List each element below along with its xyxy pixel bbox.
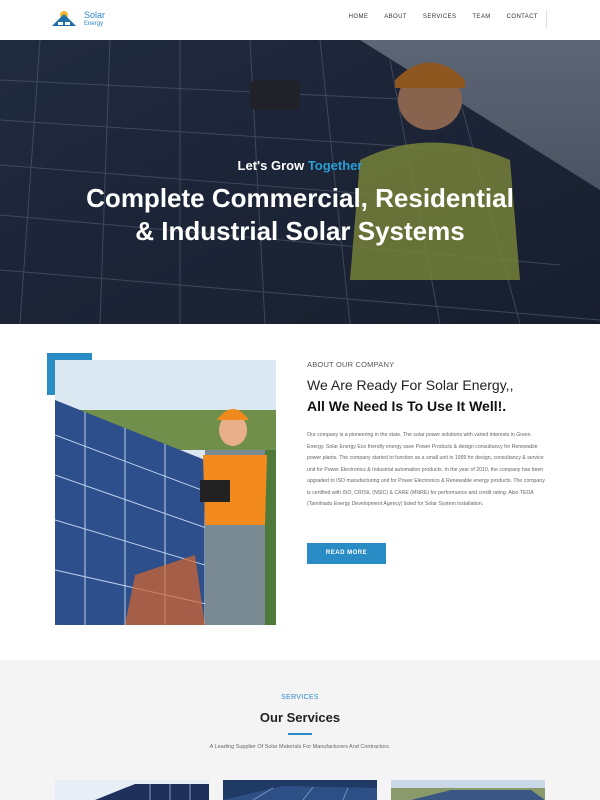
hero-title: Complete Commercial, Residential & Indus… — [86, 183, 514, 246]
site-header: Solar Energy HOME ABOUT SERVICES TEAM CO… — [0, 0, 600, 40]
worker-solar-panels-image — [55, 360, 276, 625]
logo-line2: Energy — [84, 21, 104, 27]
hero-banner: Let's Grow Together Complete Commercial,… — [0, 40, 600, 324]
tagline-text: Let's Grow — [237, 158, 308, 173]
tagline-highlight: Together — [307, 158, 363, 173]
hero-tagline: Let's Grow Together — [0, 158, 600, 173]
service-card-image-2 — [223, 780, 377, 800]
sun-house-icon — [52, 11, 76, 26]
logo-line1: Solar — [84, 10, 106, 20]
services-title: Our Services — [259, 710, 341, 725]
service-card-1[interactable] — [55, 780, 209, 800]
about-body-text: Our company is a pioneering in the state… — [307, 432, 545, 507]
services-title-underline — [288, 733, 312, 735]
main-nav: HOME ABOUT SERVICES TEAM CONTACT — [349, 14, 538, 20]
nav-divider — [546, 10, 547, 28]
services-label: SERVICES — [281, 694, 319, 701]
service-card-3[interactable] — [391, 780, 545, 800]
nav-team[interactable]: TEAM — [472, 14, 490, 20]
nav-contact[interactable]: CONTACT — [507, 14, 538, 20]
service-card-image-3 — [391, 780, 545, 800]
site-logo[interactable]: Solar Energy — [50, 8, 120, 32]
service-card-image-1 — [55, 780, 209, 800]
about-heading-line2: All We Need Is To Use It Well!. — [307, 398, 507, 414]
about-image — [55, 360, 276, 625]
nav-about[interactable]: ABOUT — [384, 14, 407, 20]
logo-text: Solar Energy — [84, 11, 105, 29]
about-heading-line1: We Are Ready For Solar Energy,, — [307, 377, 514, 393]
nav-home[interactable]: HOME — [349, 14, 369, 20]
about-label: ABOUT OUR COMPANY — [307, 360, 395, 369]
services-section: SERVICES Our Services A Leading Supplier… — [0, 660, 600, 800]
service-card-2[interactable] — [223, 780, 377, 800]
read-more-button[interactable]: READ MORE — [307, 543, 386, 564]
nav-services[interactable]: SERVICES — [423, 14, 456, 20]
services-subtitle: A Leading Supplier Of Solar Materials Fo… — [209, 744, 391, 750]
